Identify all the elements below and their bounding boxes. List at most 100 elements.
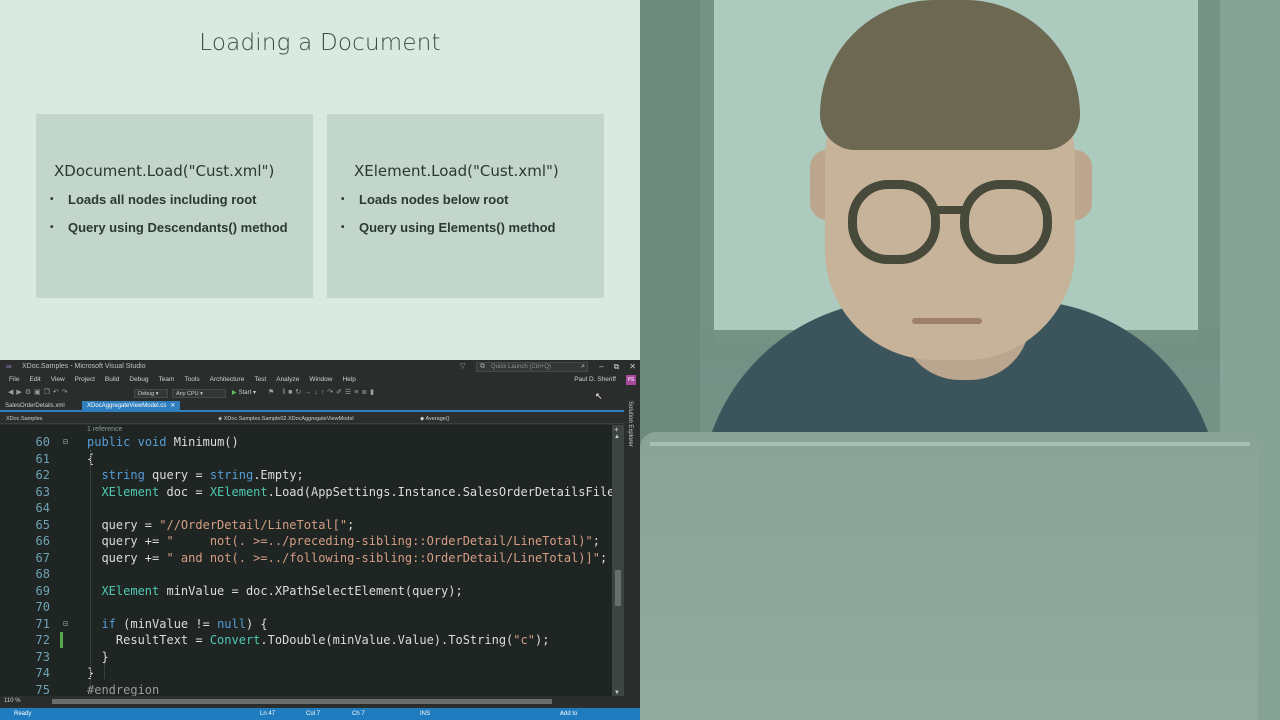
code-text: query += " and not(. >=../following-sibl…: [87, 550, 608, 565]
project-value: XDoc.Samples: [6, 416, 43, 422]
solution-explorer-label: Solution Explorer: [627, 401, 633, 447]
code-line[interactable]: 75 #endregion: [0, 682, 612, 697]
platform-select[interactable]: Any CPU ▾: [172, 389, 226, 398]
list-item: Query using Descendants() method: [50, 220, 303, 236]
code-text: ResultText = Convert.ToDouble(minValue.V…: [87, 633, 550, 647]
debug-icons[interactable]: ⚑ ‖■↻→↓↑↷✐☰≡≣▮: [268, 386, 377, 400]
list-item: Loads all nodes including root: [50, 192, 303, 208]
solution-explorer-tab[interactable]: Solution Explorer: [624, 401, 640, 708]
code-line[interactable]: 73 }: [0, 649, 612, 666]
collapse-icon[interactable]: ⊟: [63, 434, 68, 451]
line-number: 65: [35, 517, 50, 532]
code-line[interactable]: 66 query += " not(. >=../preceding-sibli…: [0, 533, 612, 550]
menu-bar: File Edit View Project Build Debug Team Tools Ar…: [0, 374, 640, 386]
menu-item-build[interactable]: Build: [100, 374, 124, 386]
start-button[interactable]: ▶ Start ▾: [232, 386, 256, 400]
collapse-icon[interactable]: ⊟: [63, 616, 68, 633]
line-number: 72: [35, 633, 50, 647]
scroll-thumb[interactable]: [52, 699, 552, 704]
slide-panel: Loading a Document XDocument.Load("Cust.…: [0, 0, 640, 360]
menu-item-debug[interactable]: Debug: [124, 374, 153, 386]
quick-launch-input[interactable]: ⧉ Quick Launch (Ctrl+Q) ⌕: [476, 362, 588, 372]
code-editor[interactable]: 1 reference 60 ⊟ public void Minimum() 61{6…: [0, 425, 612, 696]
document-tabs: SalesOrderDetails.xml XDocAggregateViewM…: [0, 401, 624, 412]
start-label: Start: [238, 390, 252, 396]
navigate-icons[interactable]: ◀▶⚙▣❐↶↷: [8, 386, 71, 400]
code-line[interactable]: 61{: [0, 451, 612, 468]
quick-launch-icon: ⧉: [480, 363, 485, 370]
class-dropdown[interactable]: ◈ XDoc.Samples.Sample02.XDocAggregateVie…: [212, 414, 354, 424]
code-line[interactable]: 70: [0, 599, 612, 616]
line-number: 71: [35, 616, 50, 631]
source-control-label: Add to Source Control: [560, 711, 578, 717]
code-text: XElement doc = XElement.Load(AppSettings…: [101, 484, 612, 499]
code-line[interactable]: 63 XElement doc = XElement.Load(AppSetti…: [0, 484, 612, 501]
menu-item-file[interactable]: File: [4, 374, 24, 386]
code-text: query += " not(. >=../preceding-sibling:…: [87, 534, 600, 548]
status-insert-mode: INS: [420, 711, 431, 717]
list-item: Query using Elements() method: [341, 220, 594, 236]
status-ready: Ready: [14, 711, 32, 717]
tab-salesorderdetails[interactable]: SalesOrderDetails.xml: [0, 401, 70, 411]
visual-studio-logo-icon: ∞: [6, 362, 12, 371]
close-icon[interactable]: ✕: [170, 403, 175, 409]
menu-items: File Edit View Project Build Debug Team Tools Ar…: [0, 374, 640, 386]
configuration-select[interactable]: Debug ▾: [134, 389, 168, 398]
line-number: 69: [35, 583, 50, 598]
menu-item-team[interactable]: Team: [154, 374, 180, 386]
avatar[interactable]: PS: [626, 375, 636, 385]
code-line[interactable]: 68: [0, 566, 612, 583]
play-icon: ▶: [232, 390, 237, 396]
menu-item-architecture[interactable]: Architecture: [205, 374, 250, 386]
menu-item-project[interactable]: Project: [70, 374, 100, 386]
scroll-up-icon[interactable]: ▲: [614, 434, 620, 440]
code-line[interactable]: 65 query = "//OrderDetail/LineTotal[";: [0, 517, 612, 534]
minimize-icon[interactable]: –: [599, 360, 603, 374]
code-line[interactable]: 74}: [0, 665, 612, 682]
tab-label: SalesOrderDetails.xml: [5, 403, 65, 409]
status-column: Col 7: [306, 711, 321, 717]
webcam-feed: [640, 0, 1280, 720]
code-line[interactable]: 72 ResultText = Convert.ToDouble(minValu…: [0, 632, 612, 649]
zoom-level[interactable]: 110 %: [4, 696, 21, 706]
line-number: 66: [35, 534, 50, 548]
menu-item-analyze[interactable]: Analyze: [271, 374, 304, 386]
configuration-value: Debug: [138, 391, 155, 397]
code-text: #endregion: [87, 682, 160, 697]
code-text: string query = string.Empty;: [101, 468, 304, 482]
menu-item-edit[interactable]: Edit: [24, 374, 45, 386]
vertical-scrollbar[interactable]: + ▲ ▼: [612, 425, 624, 696]
horizontal-scrollbar[interactable]: 110 %: [0, 696, 624, 706]
codelens-reference[interactable]: 1 reference: [87, 426, 122, 433]
toolbar: ◀▶⚙▣❐↶↷ Debug ▾ Any CPU ▾ ▶ Start ▾ ⚑ ‖■↻…: [0, 386, 640, 400]
code-line[interactable]: 62 string query = string.Empty;: [0, 467, 612, 484]
line-number: 68: [35, 567, 50, 581]
menu-item-view[interactable]: View: [46, 374, 70, 386]
title-bar: ∞ XDoc.Samples - Microsoft Visual Studio…: [0, 360, 640, 374]
card-heading: XElement.Load("Cust.xml"): [354, 162, 559, 180]
project-dropdown[interactable]: XDoc.Samples: [0, 414, 42, 424]
code-line[interactable]: 71 ⊟ if (minValue != null) {: [0, 616, 612, 633]
member-dropdown[interactable]: ◆ Average(): [414, 414, 450, 424]
line-number: 67: [35, 550, 50, 565]
card-heading: XDocument.Load("Cust.xml"): [54, 162, 275, 180]
scroll-thumb[interactable]: [615, 570, 621, 606]
code-line[interactable]: 67 query += " and not(. >=../following-s…: [0, 550, 612, 567]
menu-item-help[interactable]: Help: [337, 374, 360, 386]
search-icon[interactable]: ⌕: [581, 363, 585, 371]
code-line[interactable]: 69 XElement minValue = doc.XPathSelectEl…: [0, 583, 612, 600]
tab-xdocaggregateviewmodel[interactable]: XDocAggregateViewModel.cs ✕: [82, 401, 181, 411]
menu-item-tools[interactable]: Tools: [179, 374, 204, 386]
restore-icon[interactable]: ⧉: [614, 360, 620, 374]
window-controls: – ⧉ ✕: [599, 360, 636, 374]
code-line[interactable]: 64: [0, 500, 612, 517]
code-line[interactable]: 60 ⊟ public void Minimum(): [0, 434, 612, 451]
menu-item-window[interactable]: Window: [304, 374, 337, 386]
close-icon[interactable]: ✕: [629, 360, 636, 374]
split-icon[interactable]: +: [614, 425, 619, 434]
mouse-cursor-icon: ↖: [595, 391, 603, 401]
user-name[interactable]: Paul D. Sheriff: [574, 374, 616, 386]
filter-icon[interactable]: ▽: [460, 360, 465, 374]
menu-item-test[interactable]: Test: [249, 374, 271, 386]
code-text: XElement minValue = doc.XPathSelectEleme…: [101, 583, 463, 598]
